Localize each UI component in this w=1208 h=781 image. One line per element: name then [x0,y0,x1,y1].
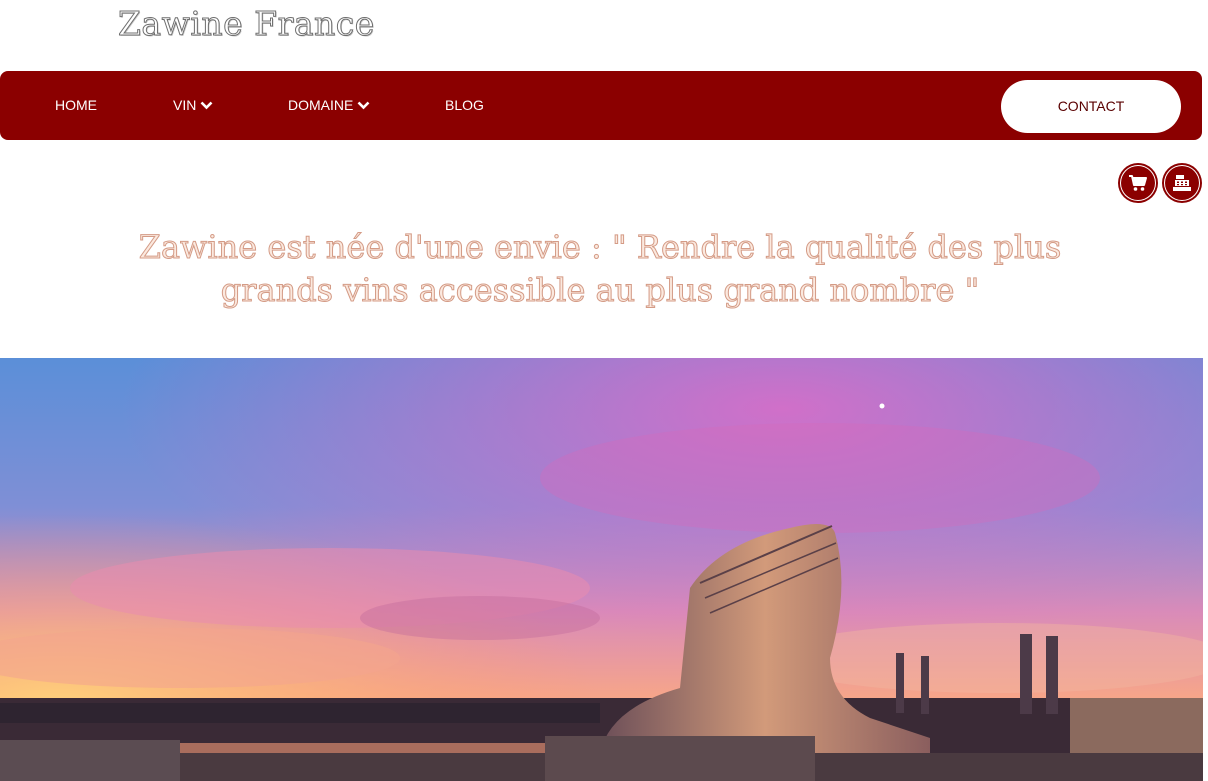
tagline-line-1: Zawine est née d'une envie : " Rendre la… [138,228,1062,267]
shopping-cart-icon [1129,175,1147,191]
nav-blog-label: BLOG [445,97,484,113]
register-button[interactable] [1165,166,1199,200]
nav-home[interactable]: HOME [55,71,97,140]
tagline-line-2: grands vins accessible au plus grand nom… [220,271,980,310]
cart-button[interactable] [1121,166,1155,200]
nav-blog[interactable]: BLOG [445,71,484,140]
main-nav: HOME VIN DOMAINE BLOG CONTACT [0,71,1202,140]
contact-button[interactable]: CONTACT [1001,80,1181,133]
nav-vin[interactable]: VIN [173,71,213,140]
hero-image [0,358,1203,781]
hero-photo [0,358,1203,781]
tagline: Zawine est née d'une envie : " Rendre la… [100,226,1100,312]
site-logo[interactable]: Zawine France [118,4,375,44]
cash-register-icon [1173,175,1191,191]
nav-vin-label: VIN [173,97,197,113]
chevron-down-icon [200,101,213,110]
nav-domaine[interactable]: DOMAINE [288,71,370,140]
chevron-down-icon [357,101,370,110]
nav-domaine-label: DOMAINE [288,97,354,113]
nav-home-label: HOME [55,97,97,113]
